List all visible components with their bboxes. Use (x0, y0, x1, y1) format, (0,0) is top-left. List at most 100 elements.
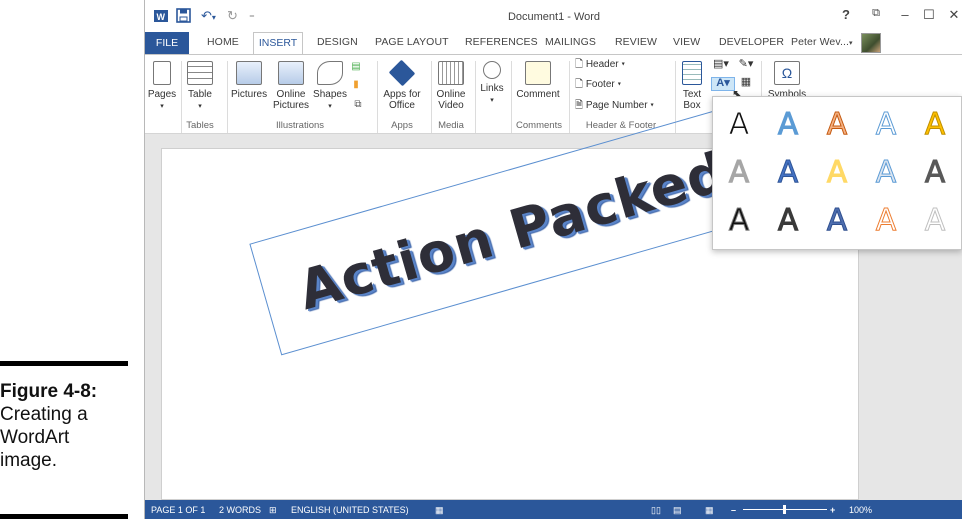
screenshot-icon[interactable]: ⧉ (349, 99, 367, 110)
tab-page-layout[interactable]: PAGE LAYOUT (375, 36, 449, 48)
online-pictures-icon (278, 61, 304, 85)
proofing-icon[interactable]: ⊞ (269, 505, 277, 516)
shapes-button[interactable]: Shapes ▾ (313, 61, 347, 112)
online-pictures-button[interactable]: Online Pictures (271, 61, 311, 111)
comment-button[interactable]: Comment (513, 61, 563, 100)
header-icon: 🗋 (575, 59, 584, 70)
zoom-out-icon[interactable]: – (731, 505, 736, 515)
wordart-style-option[interactable]: A (815, 103, 859, 147)
group-separator (181, 61, 182, 133)
macro-recording-icon[interactable]: ▦ (435, 505, 444, 516)
online-video-button[interactable]: Online Video (433, 61, 469, 111)
footer-icon: 🗋 (575, 79, 584, 90)
group-separator (377, 61, 378, 133)
group-separator (569, 61, 570, 133)
figure-text: Creating a WordArt image. (0, 404, 88, 471)
language[interactable]: ENGLISH (UNITED STATES) (291, 505, 409, 515)
page-number-icon: 🗎 (575, 100, 584, 111)
shapes-icon (317, 61, 343, 85)
read-mode-icon[interactable]: ▯▯ (651, 505, 661, 516)
group-separator (475, 61, 476, 133)
group-label-media: Media (438, 120, 464, 131)
tab-mailings[interactable]: MAILINGS (545, 36, 596, 48)
tab-file[interactable]: FILE (145, 32, 189, 54)
text-box-icon (682, 61, 702, 85)
wordart-style-option[interactable]: A (766, 151, 810, 195)
tab-insert[interactable]: INSERT (253, 32, 303, 55)
footer-label: Footer (585, 79, 615, 90)
status-bar: PAGE 1 OF 1 2 WORDS ⊞ ENGLISH (UNITED ST… (145, 500, 962, 519)
wordart-style-option[interactable]: A (766, 199, 810, 243)
tab-references[interactable]: REFERENCES (465, 36, 538, 48)
user-name[interactable]: Peter Wev... (791, 36, 849, 48)
wordart-gallery: AAAAAAAAAAAAAAA (712, 96, 962, 250)
wordart-style-option[interactable]: A (913, 103, 957, 147)
shapes-label: Shapes (313, 89, 347, 100)
caption-rule-bottom (0, 514, 128, 519)
links-button[interactable]: Links ▾ (477, 61, 507, 106)
caption-rule-top (0, 361, 128, 366)
apps-for-office-button[interactable]: Apps for Office (379, 59, 425, 111)
wordart-style-option[interactable]: A (864, 199, 908, 243)
wordart-style-option[interactable]: A (913, 151, 957, 195)
wordart-style-option[interactable]: A (717, 199, 761, 243)
wordart-style-option[interactable]: A (913, 199, 957, 243)
help-button[interactable]: ? (837, 7, 855, 22)
tab-view[interactable]: VIEW (673, 36, 700, 48)
group-label-tables: Tables (186, 120, 214, 131)
page-number-button[interactable]: 🗎 Page Number ▾ (575, 100, 675, 111)
ribbon-display-options-icon[interactable]: ⧉ (867, 7, 885, 20)
ribbon-tabs: FILE HOME INSERT DESIGN PAGE LAYOUT REFE… (145, 32, 962, 55)
quick-parts-icon[interactable]: ▤▾ (711, 59, 731, 70)
close-button[interactable]: ✕ (945, 7, 962, 23)
word-window: W ↶▾ ↻ ₌ Document1 - Word ? ⧉ – ☐ ✕ FILE… (144, 0, 962, 519)
pages-label: Pages (147, 89, 177, 100)
table-icon (187, 61, 213, 85)
group-separator (227, 61, 228, 133)
smartart-icon[interactable]: ▤ (349, 61, 363, 72)
tab-review[interactable]: REVIEW (615, 36, 657, 48)
wordart-style-option[interactable]: A (815, 199, 859, 243)
print-layout-icon[interactable]: ▤ (673, 505, 682, 516)
figure-label: Figure 4-8: (0, 381, 98, 402)
minimize-button[interactable]: – (896, 7, 914, 22)
user-menu-chevron-icon[interactable]: ▾ (849, 39, 853, 47)
pictures-icon (236, 61, 262, 85)
wordart-style-option[interactable]: A (815, 151, 859, 195)
table-label: Table (188, 89, 212, 100)
page-number-label: Page Number (585, 100, 648, 111)
tab-home[interactable]: HOME (207, 36, 239, 48)
title-bar: W ↶▾ ↻ ₌ Document1 - Word ? ⧉ – ☐ ✕ (145, 0, 962, 32)
header-button[interactable]: 🗋 Header ▾ (575, 59, 665, 70)
zoom-level[interactable]: 100% (849, 505, 872, 515)
tab-design[interactable]: DESIGN (317, 36, 358, 48)
apps-icon (388, 59, 416, 87)
zoom-in-icon[interactable]: + (830, 505, 835, 515)
online-video-label-1: Online (436, 89, 466, 100)
word-count[interactable]: 2 WORDS (219, 505, 261, 515)
video-icon (438, 61, 464, 85)
page-count[interactable]: PAGE 1 OF 1 (151, 505, 205, 515)
wordart-style-option[interactable]: A (864, 103, 908, 147)
tab-developer[interactable]: DEVELOPER (719, 36, 784, 48)
zoom-slider-thumb[interactable] (783, 505, 786, 514)
pages-button[interactable]: Pages ▾ (147, 61, 177, 112)
symbols-button[interactable]: Ω Symbols (765, 61, 809, 100)
web-layout-icon[interactable]: ▦ (705, 505, 714, 516)
signature-line-icon[interactable]: ✎▾ (735, 59, 757, 70)
wordart-style-option[interactable]: A (864, 151, 908, 195)
maximize-button[interactable]: ☐ (920, 7, 938, 23)
apps-label-1: Apps for (383, 89, 421, 100)
pictures-button[interactable]: Pictures (231, 61, 267, 100)
wordart-style-option[interactable]: A (717, 151, 761, 195)
wordart-style-option[interactable]: A (766, 103, 810, 147)
footer-button[interactable]: 🗋 Footer ▾ (575, 79, 665, 90)
table-button[interactable]: Table ▾ (185, 61, 215, 112)
comment-label: Comment (516, 89, 560, 100)
group-separator (431, 61, 432, 133)
text-box-button[interactable]: Text Box (677, 61, 707, 111)
group-label-illustrations: Illustrations (275, 120, 325, 131)
avatar[interactable] (861, 33, 881, 53)
wordart-style-option[interactable]: A (717, 103, 761, 147)
chart-icon[interactable]: ▮ (349, 79, 363, 90)
